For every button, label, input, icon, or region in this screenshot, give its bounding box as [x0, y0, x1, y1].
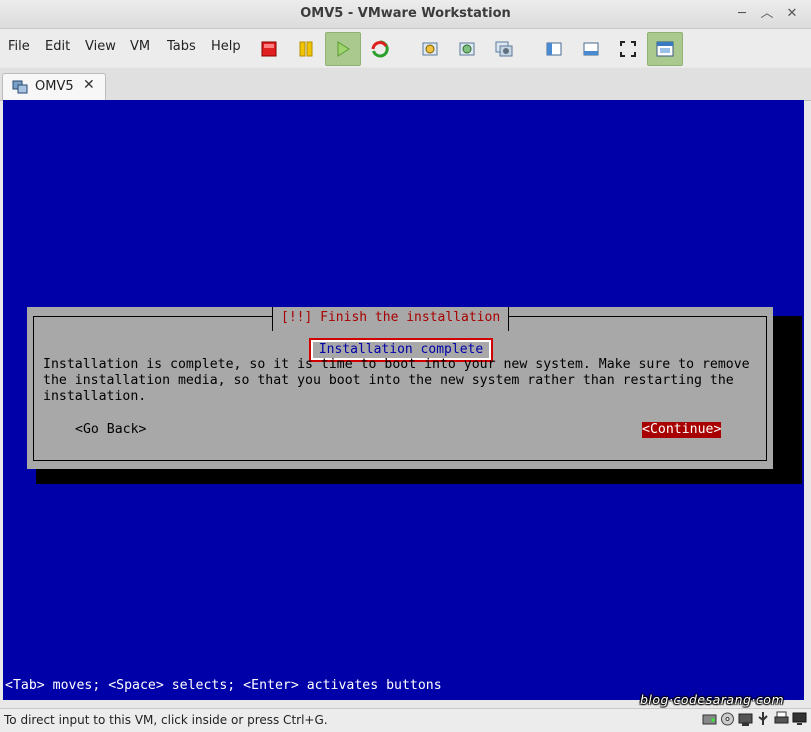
unity-view-icon[interactable]: [647, 32, 683, 66]
tab-close-icon[interactable]: ✕: [83, 77, 95, 93]
power-off-icon[interactable]: [254, 34, 284, 64]
power-on-icon[interactable]: [325, 32, 361, 66]
tab-omv5[interactable]: OMV5 ✕: [2, 73, 106, 100]
vm-icon: [12, 80, 28, 94]
dialog-title: [!!] Finish the installation: [272, 307, 510, 331]
window-titlebar: OMV5 - VMware Workstation ─ ︿ ✕: [0, 0, 811, 29]
status-message: To direct input to this VM, click inside…: [4, 713, 328, 727]
tab-label: OMV5: [35, 79, 74, 94]
cd-dvd-icon[interactable]: [720, 711, 735, 727]
menu-vm[interactable]: VM: [130, 39, 150, 54]
menu-tabs[interactable]: Tabs: [167, 39, 196, 54]
show-library-icon[interactable]: [539, 34, 569, 64]
body-line-3: installation.: [43, 389, 147, 404]
installation-complete-label: Installation complete: [313, 342, 489, 358]
snapshot-manager-icon[interactable]: [489, 34, 519, 64]
menubar: File Edit View VM Tabs Help: [0, 29, 811, 67]
go-back-button[interactable]: <Go Back>: [75, 422, 146, 437]
revert-snapshot-icon[interactable]: [452, 34, 482, 64]
menu-view[interactable]: View: [85, 39, 116, 54]
window-title: OMV5 - VMware Workstation: [300, 6, 511, 21]
tab-bar: OMV5 ✕: [0, 68, 811, 101]
body-line-1: Installation is complete, so it is time …: [43, 357, 750, 372]
printer-icon[interactable]: [774, 711, 789, 727]
status-bar: To direct input to this VM, click inside…: [0, 708, 811, 732]
minimize-icon[interactable]: ─: [733, 5, 751, 23]
continue-button[interactable]: <Continue>: [642, 422, 722, 438]
watermark: blog·codesarang·com: [640, 692, 785, 707]
dialog-body: Installation is complete, so it is time …: [43, 357, 759, 405]
finish-installation-dialog: [!!] Finish the installation Installatio…: [27, 307, 773, 469]
vm-console[interactable]: [!!] Finish the installation Installatio…: [3, 100, 804, 700]
menu-edit[interactable]: Edit: [45, 39, 70, 54]
suspend-icon[interactable]: [291, 34, 321, 64]
menu-help[interactable]: Help: [211, 39, 241, 54]
display-icon[interactable]: [792, 711, 807, 727]
thumbnail-bar-icon[interactable]: [576, 34, 606, 64]
keyboard-hint: <Tab> moves; <Space> selects; <Enter> ac…: [5, 678, 442, 693]
usb-icon[interactable]: [756, 711, 771, 727]
body-line-2: the installation media, so that you boot…: [43, 373, 734, 388]
full-screen-icon[interactable]: [613, 34, 643, 64]
network-adapter-icon[interactable]: [738, 711, 753, 727]
snapshot-icon[interactable]: [415, 34, 445, 64]
reset-icon[interactable]: [365, 34, 395, 64]
maximize-icon[interactable]: ︿: [758, 5, 776, 23]
menu-file[interactable]: File: [8, 39, 30, 54]
hard-disk-icon[interactable]: [702, 711, 717, 727]
close-window-icon[interactable]: ✕: [783, 5, 801, 23]
